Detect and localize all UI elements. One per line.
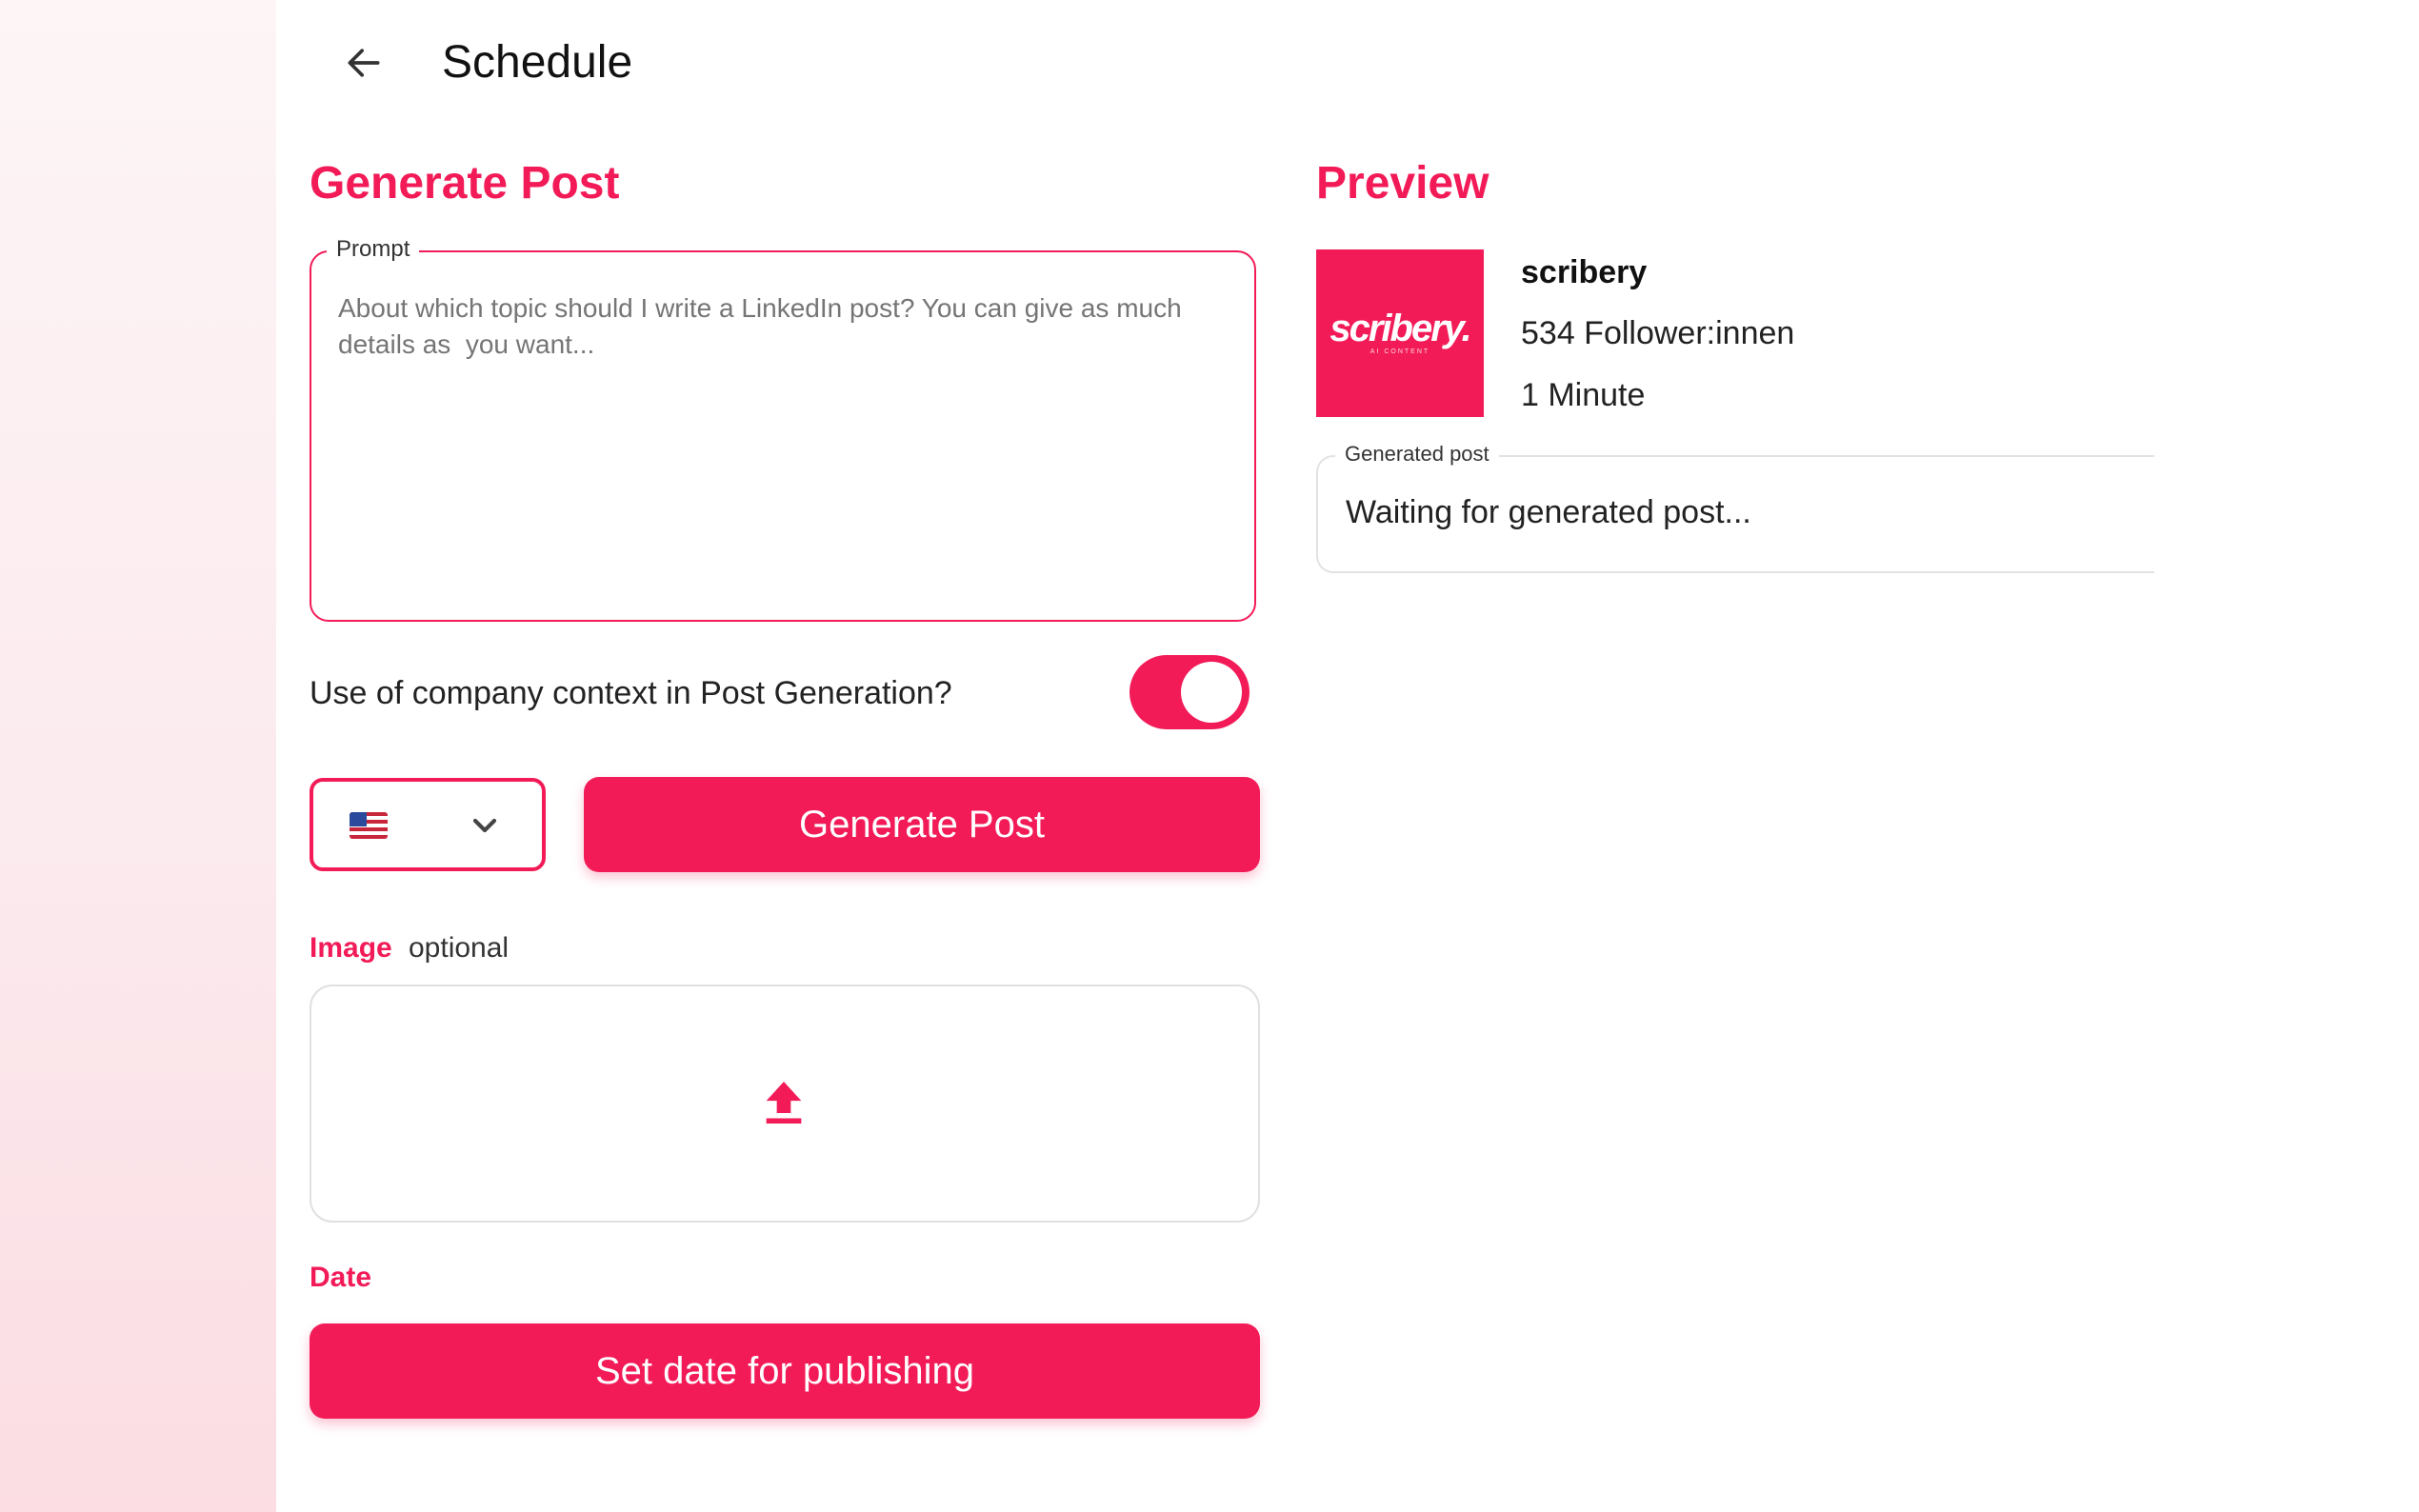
generate-post-heading: Generate Post [310, 158, 620, 209]
back-button[interactable] [335, 34, 392, 91]
sidebar [0, 0, 276, 1512]
image-label: Image [310, 932, 392, 964]
prompt-label: Prompt [327, 235, 420, 264]
company-context-label: Use of company context in Post Generatio… [310, 675, 952, 711]
arrow-left-icon [348, 49, 380, 77]
image-optional-label: optional [409, 932, 510, 964]
company-context-toggle[interactable] [1130, 655, 1249, 729]
preview-heading: Preview [1316, 158, 1489, 209]
account-logo: scribery. AI CONTENT [1316, 249, 1484, 417]
page-title: Schedule [442, 37, 633, 88]
set-date-button[interactable]: Set date for publishing [310, 1323, 1260, 1419]
prompt-input[interactable] [338, 290, 1233, 595]
us-flag-icon [350, 812, 388, 839]
image-upload-area[interactable] [310, 985, 1260, 1223]
post-time: 1 Minute [1521, 377, 1646, 413]
upload-icon [766, 1082, 802, 1124]
account-name: scribery [1521, 254, 1648, 290]
toggle-knob [1181, 662, 1242, 723]
generate-post-button[interactable]: Generate Post [584, 777, 1260, 872]
follower-count: 534 Follower:innen [1521, 315, 1795, 351]
date-label: Date [310, 1262, 372, 1293]
generated-post-label: Generated post [1335, 440, 1499, 468]
main-content [276, 0, 2419, 1512]
logo-wordmark: scribery. [1329, 308, 1471, 349]
generated-post-text: Waiting for generated post... [1346, 494, 1751, 530]
logo-subtext: AI CONTENT [1369, 348, 1430, 355]
chevron-down-icon [472, 818, 497, 833]
language-select[interactable] [310, 778, 546, 871]
